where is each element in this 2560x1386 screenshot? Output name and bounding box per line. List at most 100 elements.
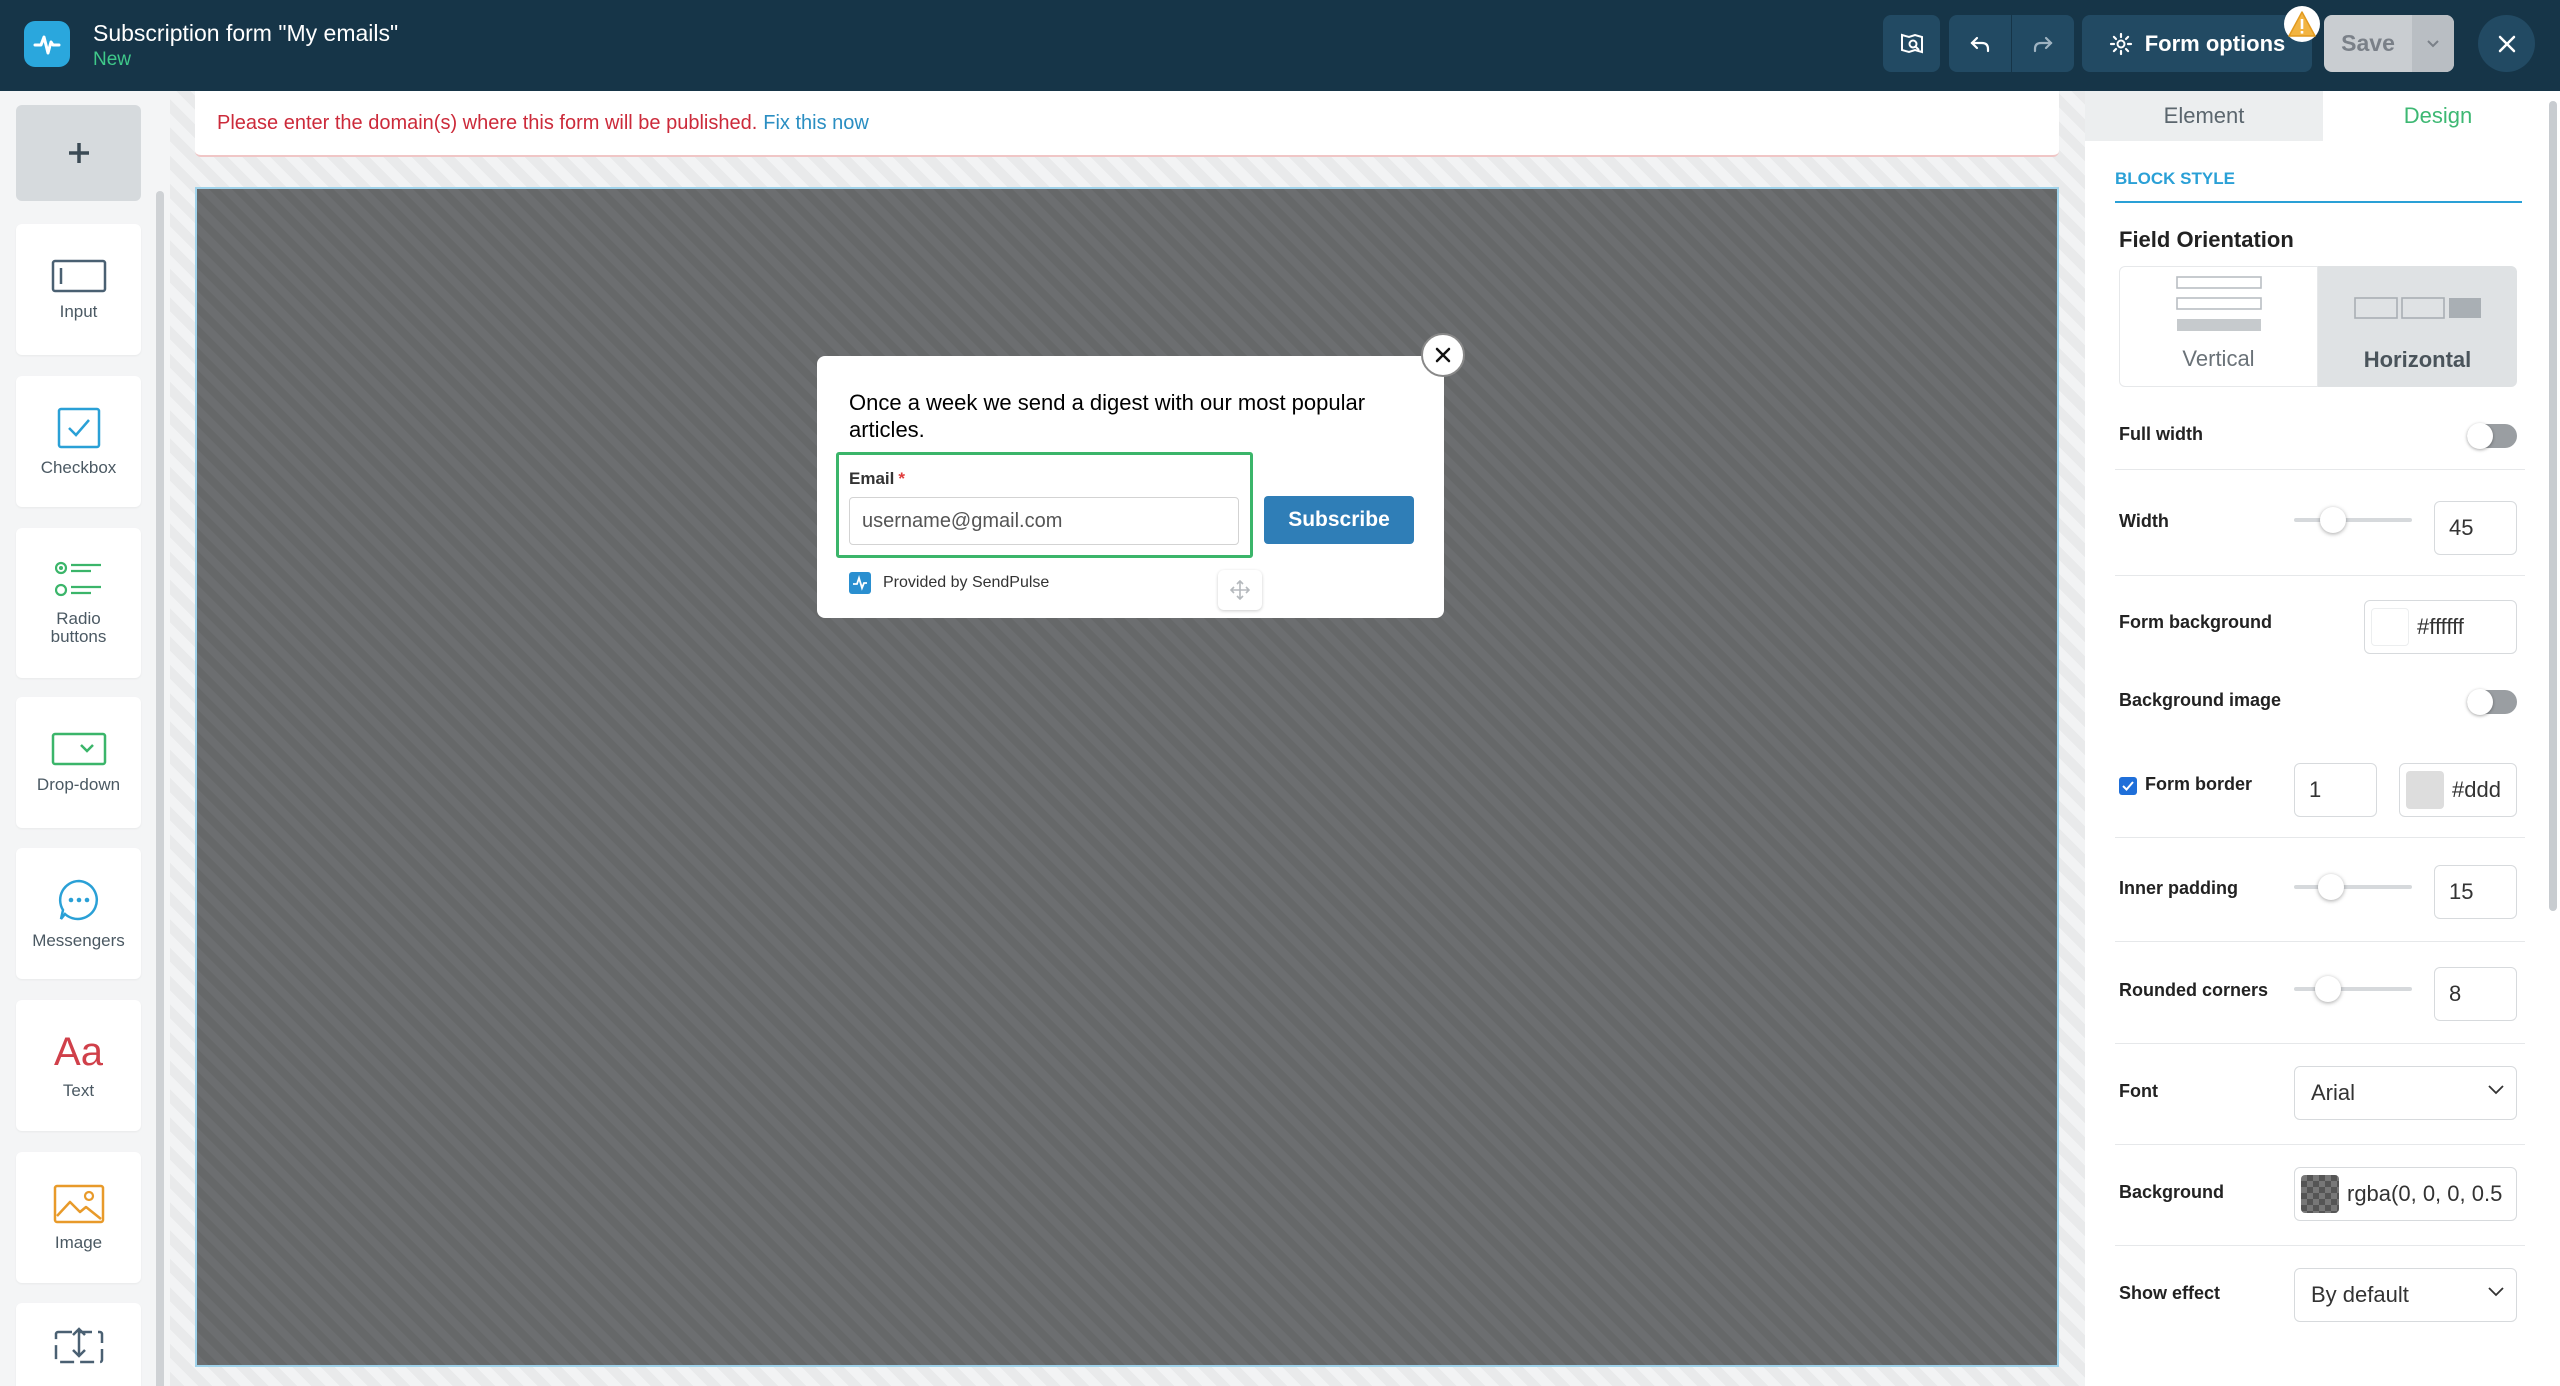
form-border-width-input[interactable]: 1 [2294,763,2377,817]
radio-buttons-icon [54,561,101,597]
divider [2115,1144,2525,1145]
orientation-vertical-option[interactable]: Vertical [2119,266,2318,387]
add-element-button[interactable] [16,105,141,201]
form-close-button[interactable] [1421,333,1465,377]
chevron-down-icon [2488,1287,2504,1297]
sidebar-item-checkbox[interactable]: Checkbox [16,376,141,507]
subscription-form-card[interactable]: Once a week we send a digest with our mo… [817,356,1444,618]
form-background-swatch [2371,608,2409,646]
sidebar-item-radio-buttons[interactable]: Radio buttons [16,528,141,678]
sidebar-item-input[interactable]: Input [16,224,141,355]
background-label: Background [2119,1182,2225,1202]
divider [2115,575,2525,576]
horizontal-layout-icon [2353,297,2481,319]
form-description[interactable]: Once a week we send a digest with our mo… [849,389,1429,443]
close-editor-button[interactable] [2478,15,2535,72]
sidebar-item-messengers[interactable]: Messengers [16,848,141,979]
undo-button[interactable] [1949,15,2011,72]
preview-button[interactable] [1883,15,1940,72]
font-select[interactable]: Arial [2294,1066,2517,1120]
divider [2115,1245,2525,1246]
sidebar-item-label: Text [62,1080,95,1100]
dropdown-icon [51,732,106,765]
undo-redo-group [1949,15,2075,72]
move-icon [1230,580,1250,600]
sidebar-item-label: Radio buttons [50,609,107,646]
form-border-color-value: #ddd [2452,777,2501,802]
width-slider-handle[interactable] [2319,507,2346,533]
subscribe-button[interactable]: Subscribe [1264,496,1414,544]
background-image-toggle[interactable] [2467,689,2517,715]
tab-element[interactable]: Element [2085,91,2323,141]
form-border-label: Form border [2145,774,2253,794]
preview-icon [1900,33,1923,53]
form-background-color-input[interactable]: #ffffff [2364,600,2517,654]
field-orientation-label: Field Orientation [2119,227,2294,252]
sidebar-item-label: Checkbox [40,457,117,477]
block-style-heading: BLOCK STYLE [2115,169,2522,203]
sidebar-item-image[interactable]: Image [16,1152,141,1283]
width-slider[interactable] [2294,507,2412,533]
font-label: Font [2119,1081,2158,1101]
warning-icon[interactable] [2284,6,2320,42]
rounded-corners-slider-handle[interactable] [2315,976,2342,1002]
inner-padding-slider[interactable] [2294,874,2412,900]
font-value: Arial [2311,1080,2356,1105]
vertical-label: Vertical [2182,346,2255,371]
required-mark: * [898,469,905,488]
show-effect-label: Show effect [2119,1283,2221,1303]
rounded-corners-input[interactable]: 8 [2434,967,2517,1021]
chevron-down-icon [2427,39,2439,47]
background-value: rgba(0, 0, 0, 0.5 [2347,1181,2503,1206]
drag-handle[interactable] [1218,570,1262,610]
form-border-checkbox[interactable] [2119,777,2137,795]
image-icon [53,1184,104,1223]
background-image-label: Background image [2119,690,2282,710]
editor-canvas: Please enter the domain(s) where this fo… [170,91,2085,1386]
redo-icon [2033,36,2053,52]
form-border-swatch [2406,771,2444,809]
form-border-color-input[interactable]: #ddd [2399,763,2517,817]
redo-button[interactable] [2012,15,2074,72]
save-button[interactable]: Save [2324,15,2412,72]
powered-by-text: Provided by SendPulse [883,574,1050,591]
email-input[interactable] [849,497,1239,545]
plus-icon [68,143,89,163]
sidebar-item-dropdown[interactable]: Drop-down [16,697,141,828]
close-icon [1435,347,1451,363]
full-width-toggle[interactable] [2467,423,2517,449]
checkmark-icon [2122,781,2134,791]
show-effect-select[interactable]: By default [2294,1268,2517,1322]
divider [2115,1043,2525,1044]
save-dropdown-button[interactable] [2412,15,2454,72]
form-options-button[interactable]: Form options [2082,15,2312,72]
form-preview-area: Once a week we send a digest with our mo… [195,187,2059,1367]
divider [2115,837,2525,838]
width-label: Width [2119,511,2169,531]
input-icon [51,259,106,292]
messengers-icon [58,879,98,920]
full-width-label: Full width [2119,424,2203,444]
app-logo-icon[interactable] [24,21,70,67]
sidebar-item-label: Messengers [32,930,125,950]
top-header: Subscription form "My emails" New Form o… [0,0,2560,91]
rounded-corners-slider[interactable] [2294,976,2412,1002]
show-effect-value: By default [2311,1282,2409,1307]
fix-this-now-link[interactable]: Fix this now [763,112,869,135]
sidebar-item-label: Drop-down [36,774,121,794]
sidebar-item-spacer[interactable] [16,1303,141,1386]
tab-design[interactable]: Design [2323,91,2553,141]
orientation-horizontal-option[interactable]: Horizontal [2318,266,2517,387]
undo-icon [1970,36,1990,52]
close-icon [2498,35,2515,52]
sidebar-item-text[interactable]: Aa Text [16,1000,141,1131]
email-label-text: Email [849,469,895,488]
sidebar-scrollbar[interactable] [156,191,164,1386]
divider [2115,941,2525,942]
panel-scrollbar[interactable] [2549,101,2557,911]
inner-padding-input[interactable]: 15 [2434,865,2517,919]
width-input[interactable]: 45 [2434,501,2517,555]
email-field-block[interactable]: Email * [836,452,1253,558]
background-color-input[interactable]: rgba(0, 0, 0, 0.5 [2294,1167,2517,1221]
inner-padding-slider-handle[interactable] [2317,874,2344,900]
